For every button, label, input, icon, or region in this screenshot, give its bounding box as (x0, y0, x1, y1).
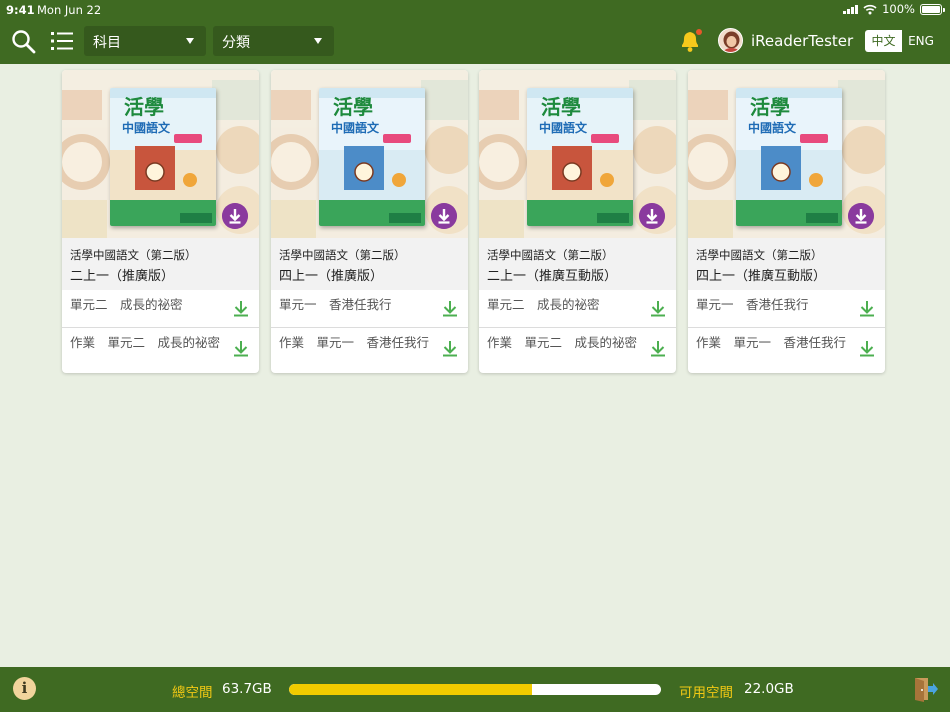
book-series-title: 活學中國語文（第二版） (487, 248, 614, 262)
svg-text:活學: 活學 (333, 95, 373, 119)
book-cover[interactable]: 活學 中國語文 (688, 70, 885, 238)
book-edition-title: 四上一（推廣互動版） (696, 269, 827, 284)
book-card[interactable]: 活學 中國語文 活學中國語文（第二版） 四上一（推廣版） 單元一 香港任我行 作… (271, 70, 468, 373)
homework-resource-label: 作業 單元二 成長的祕密 (70, 335, 221, 350)
download-icon[interactable] (859, 340, 875, 357)
svg-text:活學: 活學 (124, 95, 164, 119)
bell-icon[interactable] (677, 27, 704, 54)
svg-text:中國語文: 中國語文 (539, 120, 588, 135)
book-cover[interactable]: 活學 中國語文 (62, 70, 259, 238)
unit-resource-label: 單元二 成長的祕密 (487, 297, 600, 312)
free-space-label: 可用空間 (679, 685, 733, 701)
svg-text:中國語文: 中國語文 (122, 120, 171, 135)
download-icon[interactable] (233, 300, 249, 317)
storage-usage-fill (289, 684, 533, 695)
download-icon[interactable] (650, 300, 666, 317)
logout-icon[interactable] (912, 676, 938, 702)
book-cover[interactable]: 活學 中國語文 (271, 70, 468, 238)
subject-dropdown[interactable]: 科目 (84, 26, 206, 56)
homework-resource-row[interactable]: 作業 單元二 成長的祕密 (62, 328, 259, 373)
svg-text:中國語文: 中國語文 (331, 120, 380, 135)
username[interactable]: iReaderTester (751, 32, 853, 50)
homework-resource-row[interactable]: 作業 單元二 成長的祕密 (479, 328, 676, 373)
category-dropdown-label: 分類 (222, 35, 250, 51)
subject-dropdown-label: 科目 (93, 35, 121, 51)
bottom-bar: i 總空間 63.7GB 可用空間 22.0GB (0, 667, 950, 712)
unit-resource-row[interactable]: 單元一 香港任我行 (271, 290, 468, 328)
avatar[interactable] (718, 28, 743, 53)
top-bar: 9:41 Mon Jun 22 100% 科目 分類 iReaderTester… (0, 0, 950, 64)
book-title-area: 活學中國語文（第二版） 二上一（推廣版） (62, 238, 259, 290)
chevron-down-icon (186, 38, 194, 44)
unit-resource-label: 單元二 成長的祕密 (70, 297, 183, 312)
lang-en-button[interactable]: ENG (902, 30, 940, 52)
book-edition-title: 四上一（推廣版） (279, 269, 384, 284)
homework-resource-label: 作業 單元一 香港任我行 (279, 335, 430, 350)
download-icon[interactable] (859, 300, 875, 317)
list-icon[interactable] (51, 31, 73, 51)
status-time: 9:41 (6, 3, 35, 17)
download-icon[interactable] (650, 340, 666, 357)
download-badge-icon[interactable] (222, 203, 248, 229)
unit-resource-label: 單元一 香港任我行 (696, 297, 809, 312)
book-cover-image: 活學 中國語文 (736, 88, 842, 226)
download-badge-icon[interactable] (431, 203, 457, 229)
unit-resource-label: 單元一 香港任我行 (279, 297, 392, 312)
search-icon[interactable] (11, 29, 36, 54)
download-badge-icon[interactable] (848, 203, 874, 229)
total-space-label: 總空間 (172, 685, 213, 701)
download-icon[interactable] (233, 340, 249, 357)
book-series-title: 活學中國語文（第二版） (70, 248, 197, 262)
info-icon[interactable]: i (13, 677, 36, 700)
book-series-title: 活學中國語文（第二版） (279, 248, 406, 262)
download-badge-icon[interactable] (639, 203, 665, 229)
status-bar: 9:41 Mon Jun 22 100% (0, 0, 950, 20)
wifi-icon (863, 4, 877, 14)
book-cover-image: 活學 中國語文 (110, 88, 216, 226)
battery-percent: 100% (882, 2, 915, 16)
avatar-image (719, 29, 742, 52)
chevron-down-icon (314, 38, 322, 44)
unit-resource-row[interactable]: 單元二 成長的祕密 (479, 290, 676, 328)
book-cover-image: 活學 中國語文 (527, 88, 633, 226)
book-cover-image: 活學 中國語文 (319, 88, 425, 226)
unit-resource-row[interactable]: 單元二 成長的祕密 (62, 290, 259, 328)
status-right: 100% (843, 2, 945, 16)
svg-text:活學: 活學 (541, 95, 581, 119)
total-space-value: 63.7GB (222, 681, 272, 697)
storage-usage-bar (289, 684, 661, 695)
homework-resource-row[interactable]: 作業 單元一 香港任我行 (688, 328, 885, 373)
battery-icon (920, 3, 945, 15)
category-dropdown[interactable]: 分類 (213, 26, 334, 56)
lang-zh-button[interactable]: 中文 (865, 30, 902, 52)
language-toggle: 中文 ENG (865, 30, 940, 52)
book-card[interactable]: 活學 中國語文 活學中國語文（第二版） 二上一（推廣互動版） 單元二 成長的祕密… (479, 70, 676, 373)
book-card[interactable]: 活學 中國語文 活學中國語文（第二版） 二上一（推廣版） 單元二 成長的祕密 作… (62, 70, 259, 373)
free-space-value: 22.0GB (744, 681, 794, 697)
homework-resource-label: 作業 單元一 香港任我行 (696, 335, 847, 350)
book-edition-title: 二上一（推廣版） (70, 269, 175, 284)
book-cover[interactable]: 活學 中國語文 (479, 70, 676, 238)
cellular-signal-icon (843, 4, 859, 14)
book-title-area: 活學中國語文（第二版） 四上一（推廣互動版） (688, 238, 885, 290)
download-icon[interactable] (442, 340, 458, 357)
homework-resource-row[interactable]: 作業 單元一 香港任我行 (271, 328, 468, 373)
svg-text:中國語文: 中國語文 (748, 120, 797, 135)
book-title-area: 活學中國語文（第二版） 二上一（推廣互動版） (479, 238, 676, 290)
svg-text:活學: 活學 (750, 95, 790, 119)
homework-resource-label: 作業 單元二 成長的祕密 (487, 335, 638, 350)
book-series-title: 活學中國語文（第二版） (696, 248, 823, 262)
download-icon[interactable] (442, 300, 458, 317)
status-date: Mon Jun 22 (37, 3, 102, 17)
book-title-area: 活學中國語文（第二版） 四上一（推廣版） (271, 238, 468, 290)
book-card[interactable]: 活學 中國語文 活學中國語文（第二版） 四上一（推廣互動版） 單元一 香港任我行… (688, 70, 885, 373)
unit-resource-row[interactable]: 單元一 香港任我行 (688, 290, 885, 328)
book-edition-title: 二上一（推廣互動版） (487, 269, 618, 284)
